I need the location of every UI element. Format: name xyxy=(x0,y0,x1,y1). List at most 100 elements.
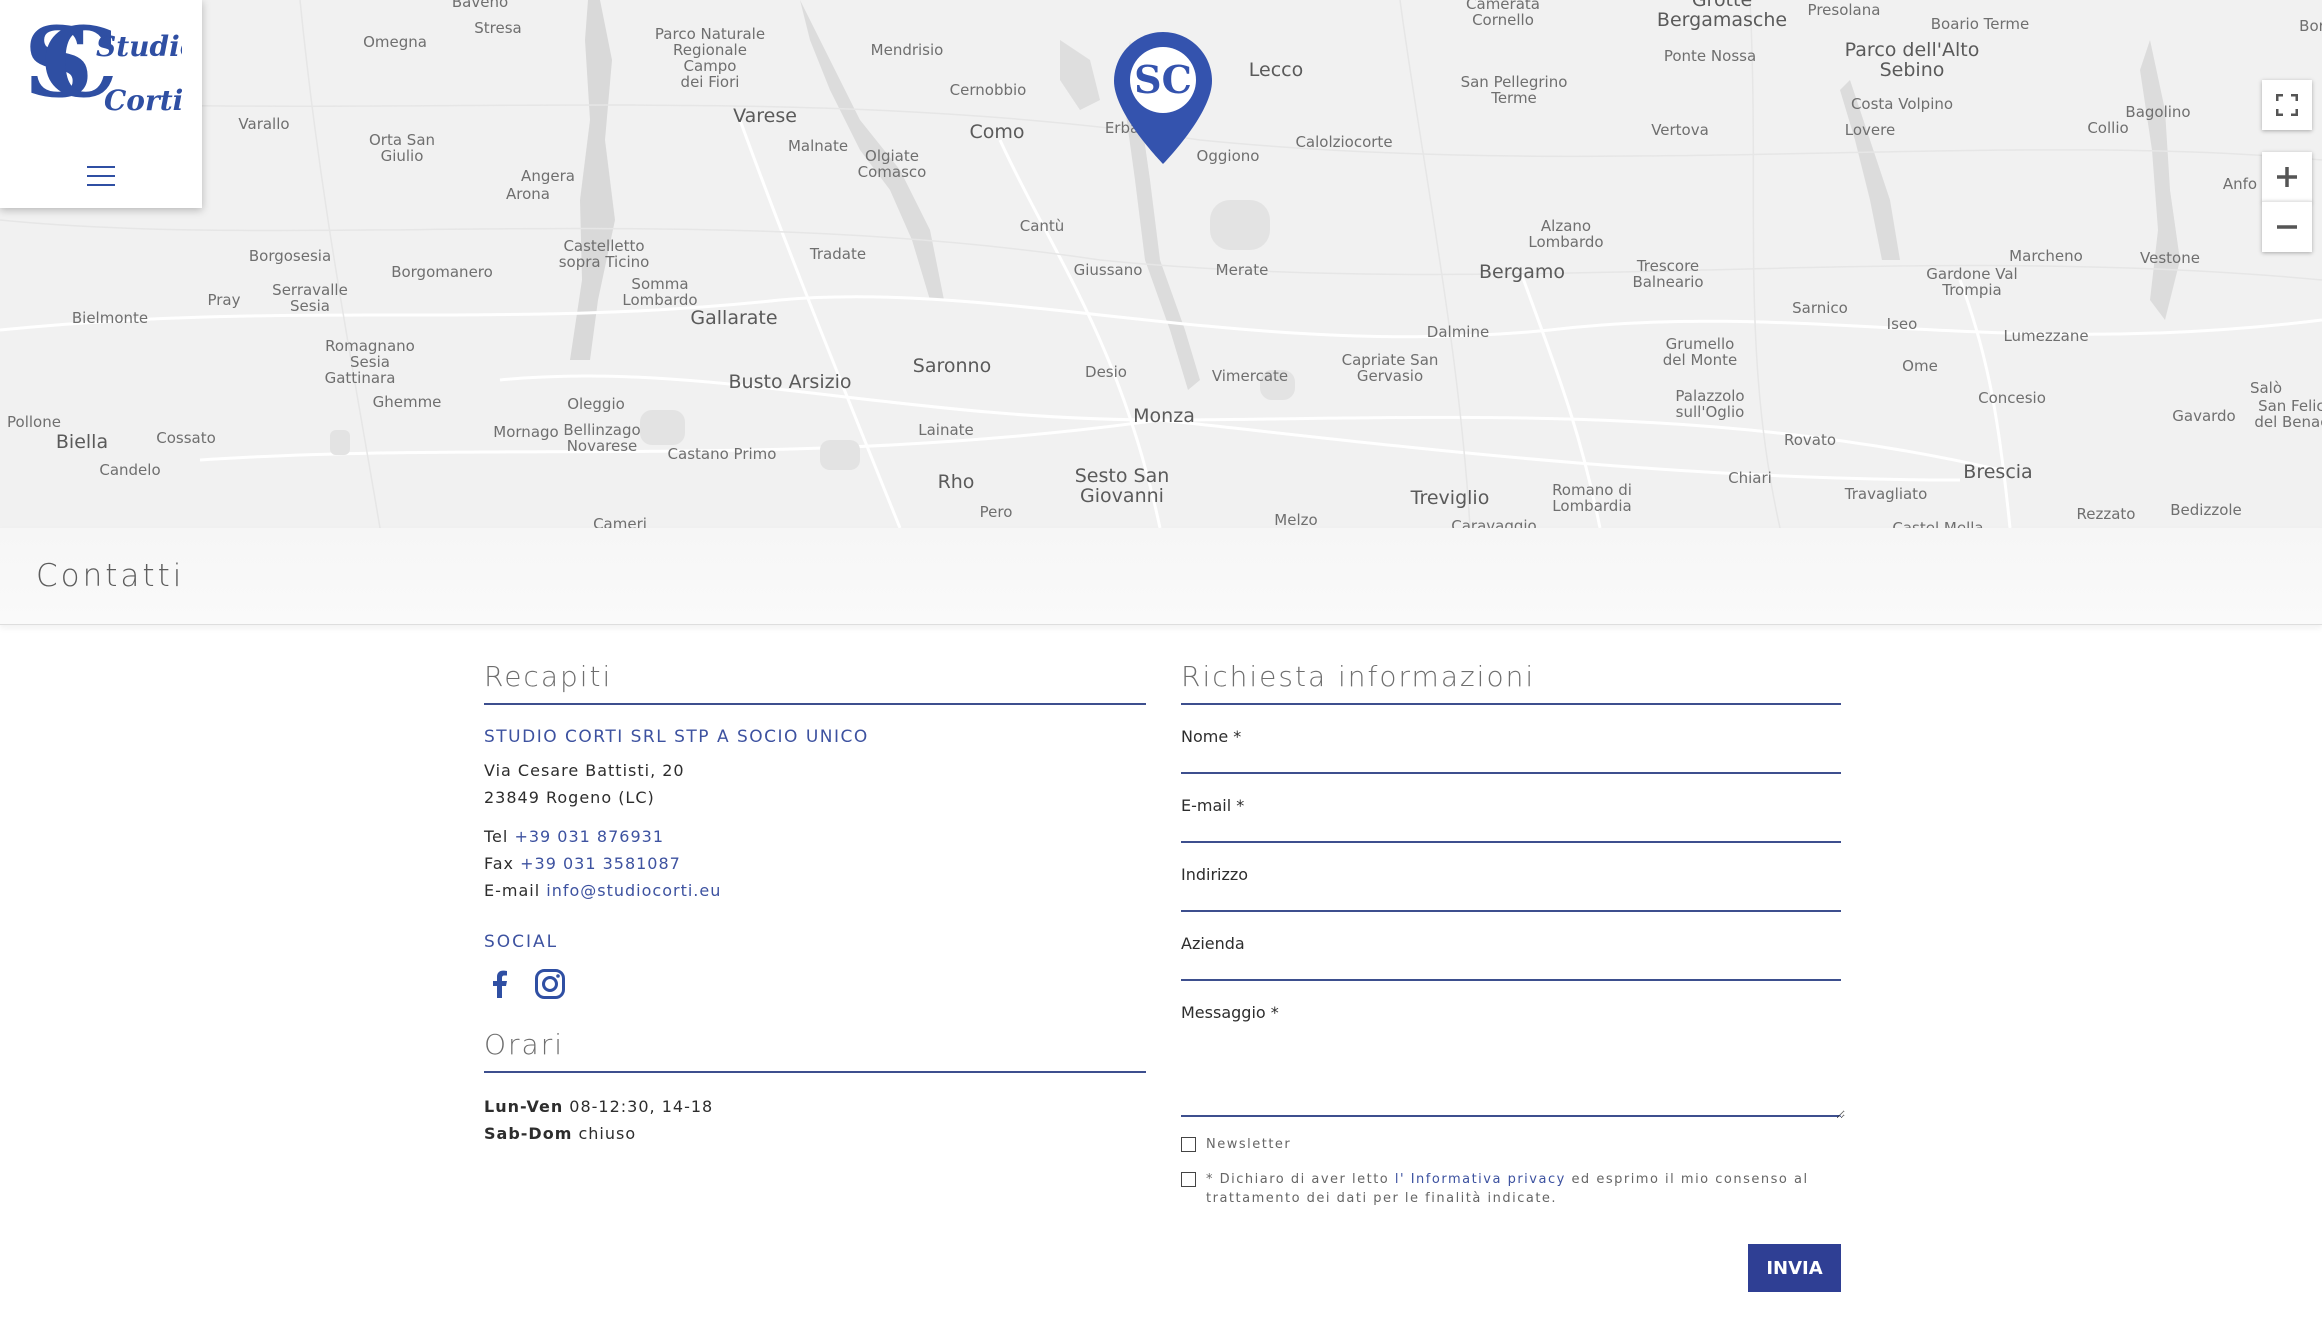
newsletter-label: Newsletter xyxy=(1206,1137,1292,1152)
place-label: Bagolino xyxy=(2125,103,2191,121)
company-input[interactable] xyxy=(1181,912,1845,981)
newsletter-checkbox[interactable] xyxy=(1181,1137,1196,1152)
company-name: STUDIO CORTI SRL STP A SOCIO UNICO xyxy=(484,727,869,747)
place-label: Costa Volpino xyxy=(1850,95,1954,113)
logo-studio: Studio xyxy=(96,30,182,63)
place-label: Caravaggio xyxy=(1451,517,1537,528)
place-label: Bor xyxy=(2299,17,2322,35)
logo-panel: SC Studio Corti xyxy=(0,0,202,208)
fax-link[interactable]: +39 031 3581087 xyxy=(520,854,681,873)
place-label: Saronno xyxy=(912,355,992,377)
hours-time: 08-12:30, 14-18 xyxy=(569,1097,714,1116)
place-label: Bergamo xyxy=(1478,261,1566,283)
place-label: Calolziocorte xyxy=(1295,133,1393,151)
logo-corti: Corti xyxy=(104,84,182,117)
place-label: Gavardo xyxy=(2172,407,2236,425)
fullscreen-button[interactable] xyxy=(2262,80,2312,130)
place-label: Biella xyxy=(55,431,109,453)
message-field[interactable]: Messaggio * xyxy=(1181,981,1845,1119)
tel-link[interactable]: +39 031 876931 xyxy=(514,827,664,846)
menu-icon[interactable] xyxy=(87,166,115,186)
place-label: Vimercate xyxy=(1211,367,1289,385)
fullscreen-icon xyxy=(2276,94,2298,116)
place-label: San Felice del Benaco xyxy=(2254,397,2322,431)
hours-row: Lun-Ven 08-12:30, 14-18 xyxy=(484,1093,1146,1120)
email-link[interactable]: info@studiocorti.eu xyxy=(546,881,721,900)
place-label: Brescia xyxy=(1963,461,2033,483)
place-label: San Pellegrino Terme xyxy=(1460,73,1568,107)
privacy-link[interactable]: l' Informativa privacy xyxy=(1395,1172,1566,1187)
place-label: Romagnano Sesia xyxy=(325,337,415,371)
name-input[interactable] xyxy=(1181,705,1845,774)
place-label: Treviglio xyxy=(1410,487,1490,509)
place-label: Malnate xyxy=(787,137,849,155)
map[interactable]: Baveno Stresa Omegna Parco Naturale Regi… xyxy=(0,0,2322,528)
recapiti-section: Recapiti STUDIO CORTI SRL STP A SOCIO UN… xyxy=(484,660,1146,1147)
address-input[interactable] xyxy=(1181,843,1845,912)
place-label: Bedizzole xyxy=(2170,501,2242,519)
place-label: Candelo xyxy=(99,461,161,479)
studio-corti-logo[interactable]: SC Studio Corti xyxy=(22,6,198,150)
hours-row: Sab-Dom chiuso xyxy=(484,1120,1146,1147)
title-band: Contatti xyxy=(0,528,2322,625)
instagram-icon[interactable] xyxy=(534,968,566,1004)
place-label: Olgiate Comasco xyxy=(857,147,927,181)
submit-button[interactable]: INVIA xyxy=(1748,1244,1841,1292)
message-textarea[interactable] xyxy=(1181,981,1845,1119)
place-label: Bielmonte xyxy=(71,309,149,327)
newsletter-row: Newsletter xyxy=(1181,1135,1841,1154)
place-label: Presolana xyxy=(1807,1,1881,19)
place-label: Como xyxy=(969,121,1025,143)
zoom-out-button[interactable] xyxy=(2262,201,2312,252)
place-label: Borgomanero xyxy=(391,263,493,281)
place-label: Orta San Giulio xyxy=(368,131,436,165)
place-label: Travagliato xyxy=(1844,485,1928,503)
place-label: Sesto San Giovanni xyxy=(1074,465,1170,507)
place-label: Vertova xyxy=(1651,121,1709,139)
place-label: Rho xyxy=(937,471,975,493)
contact-list: Tel +39 031 876931 Fax +39 031 3581087 E… xyxy=(484,823,1146,904)
place-label: Serravalle Sesia xyxy=(272,281,348,315)
place-label: Grotte Bergamasche xyxy=(1656,0,1788,31)
place-label: Ponte Nossa xyxy=(1663,47,1757,65)
hours-day: Sab-Dom xyxy=(484,1124,573,1143)
place-label: Collio xyxy=(2087,119,2129,137)
place-label: Capriate San Gervasio xyxy=(1341,351,1439,385)
place-label: Rezzato xyxy=(2076,505,2136,523)
address-field[interactable]: Indirizzo xyxy=(1181,843,1845,912)
address-line-1: Via Cesare Battisti, 20 xyxy=(484,761,685,780)
email-label: E-mail xyxy=(484,881,541,900)
address: Via Cesare Battisti, 20 23849 Rogeno (LC… xyxy=(484,757,1146,811)
privacy-row: * Dichiaro di aver letto l' Informativa … xyxy=(1181,1170,1841,1208)
zoom-in-button[interactable] xyxy=(2262,152,2312,202)
fax-row: Fax +39 031 3581087 xyxy=(484,850,1146,877)
place-label: Pollone xyxy=(7,413,61,431)
place-label: Cameri xyxy=(593,515,647,528)
email-input[interactable] xyxy=(1181,774,1845,843)
place-label: Merate xyxy=(1215,261,1269,279)
place-label: Pray xyxy=(207,291,241,309)
place-label: Gattinara xyxy=(324,369,396,387)
place-label: Somma Lombardo xyxy=(622,275,698,309)
place-label: Vestone xyxy=(2140,249,2200,267)
place-label: Omegna xyxy=(363,33,427,51)
place-label: Desio xyxy=(1085,363,1127,381)
place-label: Parco dell'Alto Sebino xyxy=(1844,39,1980,81)
place-label: Cantù xyxy=(1019,217,1065,235)
fax-label: Fax xyxy=(484,854,515,873)
place-label: Rovato xyxy=(1783,431,1837,449)
name-field[interactable]: Nome * xyxy=(1181,705,1845,774)
tel-row: Tel +39 031 876931 xyxy=(484,823,1146,850)
place-label: Boario Terme xyxy=(1930,15,2030,33)
location-pin-icon[interactable]: SC xyxy=(1112,30,1214,166)
facebook-icon[interactable] xyxy=(484,968,516,1004)
company-field[interactable]: Azienda xyxy=(1181,912,1845,981)
address-line-2: 23849 Rogeno (LC) xyxy=(484,788,655,807)
place-label: Romano di Lombardia xyxy=(1552,481,1632,515)
place-label: Alzano Lombardo xyxy=(1528,217,1604,251)
place-label: Castelletto sopra Ticino xyxy=(558,237,650,271)
place-label: Dalmine xyxy=(1426,323,1490,341)
privacy-checkbox[interactable] xyxy=(1181,1172,1196,1187)
email-field[interactable]: E-mail * xyxy=(1181,774,1845,843)
place-label: Arona xyxy=(506,185,550,203)
